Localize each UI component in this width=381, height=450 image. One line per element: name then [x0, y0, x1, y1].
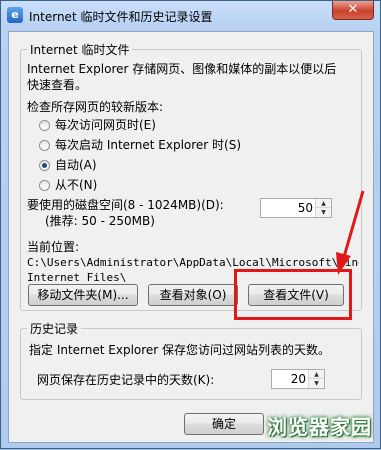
watermark-logo: 浏览器家园 [267, 415, 372, 439]
settings-dialog: e Internet 临时文件和历史记录设置 ✕ Internet 临时文件 I… [0, 0, 381, 449]
annotation-arrow-icon [336, 190, 365, 275]
